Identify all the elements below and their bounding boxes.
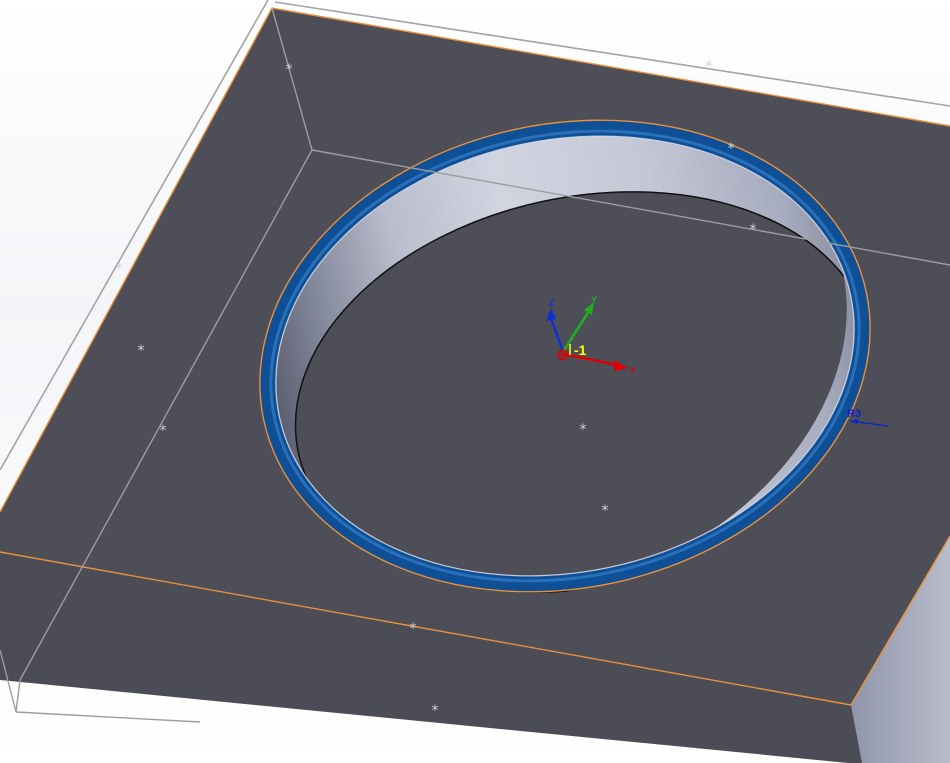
point-marker: * bbox=[138, 343, 145, 359]
point-marker: * bbox=[728, 141, 735, 157]
model-canvas[interactable]: * * * * * * * * * * * Z Y x -1 R3 bbox=[0, 0, 950, 763]
point-marker: * bbox=[580, 422, 587, 438]
point-marker: * bbox=[432, 703, 439, 719]
3d-model-viewport[interactable]: * * * * * * * * * * * Z Y x -1 R3 bbox=[0, 0, 950, 763]
x-axis-label: x bbox=[630, 364, 635, 374]
point-marker: * bbox=[602, 503, 609, 519]
point-marker: * bbox=[750, 222, 757, 238]
y-axis-label: Y bbox=[591, 295, 597, 305]
point-marker: * bbox=[410, 621, 417, 637]
point-marker: * bbox=[286, 62, 293, 78]
point-marker: * bbox=[116, 261, 123, 277]
point-marker: * bbox=[706, 59, 713, 75]
point-marker: * bbox=[160, 423, 167, 439]
z-axis-label: Z bbox=[549, 298, 555, 308]
fillet-radius-label[interactable]: R3 bbox=[847, 408, 861, 420]
origin-label: -1 bbox=[574, 342, 587, 358]
